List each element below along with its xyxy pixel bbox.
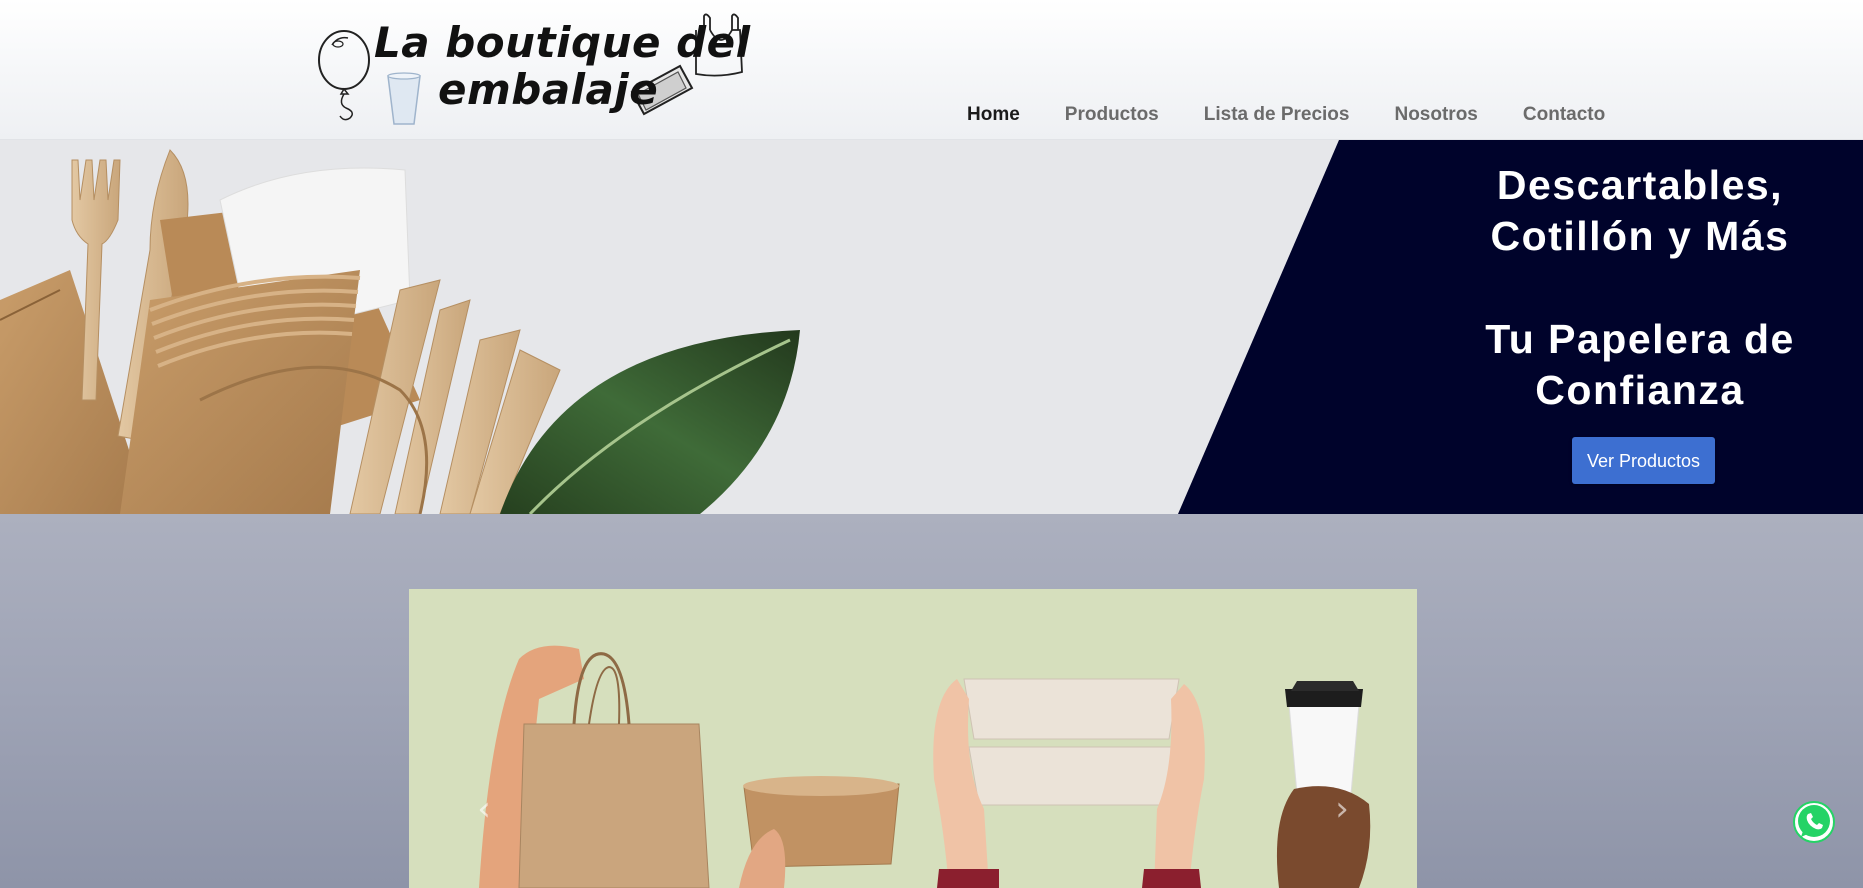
products-carousel[interactable]: ‹ › — [409, 589, 1417, 888]
carousel-slide-image — [479, 645, 1371, 888]
nav-nosotros[interactable]: Nosotros — [1394, 104, 1477, 126]
site-header: La boutique del embalaje Home Productos … — [0, 0, 1863, 140]
logo-text-line1: La boutique del — [374, 18, 751, 67]
whatsapp-icon[interactable] — [1792, 800, 1836, 844]
ver-productos-button[interactable]: Ver Productos — [1572, 437, 1715, 484]
hero-spacer — [1440, 262, 1840, 314]
hero-banner: Descartables, Cotillón y Más Tu Papelera… — [0, 140, 1863, 514]
products-section: ‹ › — [0, 514, 1863, 888]
hero-title-line2: Cotillón y Más — [1490, 213, 1790, 259]
nav-home[interactable]: Home — [967, 104, 1020, 126]
carousel-next-chevron-right-icon[interactable]: › — [1327, 789, 1357, 829]
nav-contacto[interactable]: Contacto — [1523, 104, 1605, 126]
nav-productos[interactable]: Productos — [1065, 104, 1159, 126]
main-nav: Home Productos Lista de Precios Nosotros… — [967, 104, 1650, 126]
hero-subtitle-line1: Tu Papelera de — [1485, 316, 1795, 362]
hero-subtitle-line2: Confianza — [1535, 367, 1745, 413]
nav-lista-de-precios[interactable]: Lista de Precios — [1204, 104, 1350, 126]
hero-heading: Descartables, Cotillón y Más Tu Papelera… — [1440, 160, 1840, 416]
hero-title-line1: Descartables, — [1496, 162, 1784, 208]
brand-logo[interactable]: La boutique del embalaje — [314, 8, 750, 130]
logo-text-line2: embalaje — [438, 65, 659, 114]
carousel-prev-chevron-left-icon[interactable]: ‹ — [469, 789, 499, 829]
